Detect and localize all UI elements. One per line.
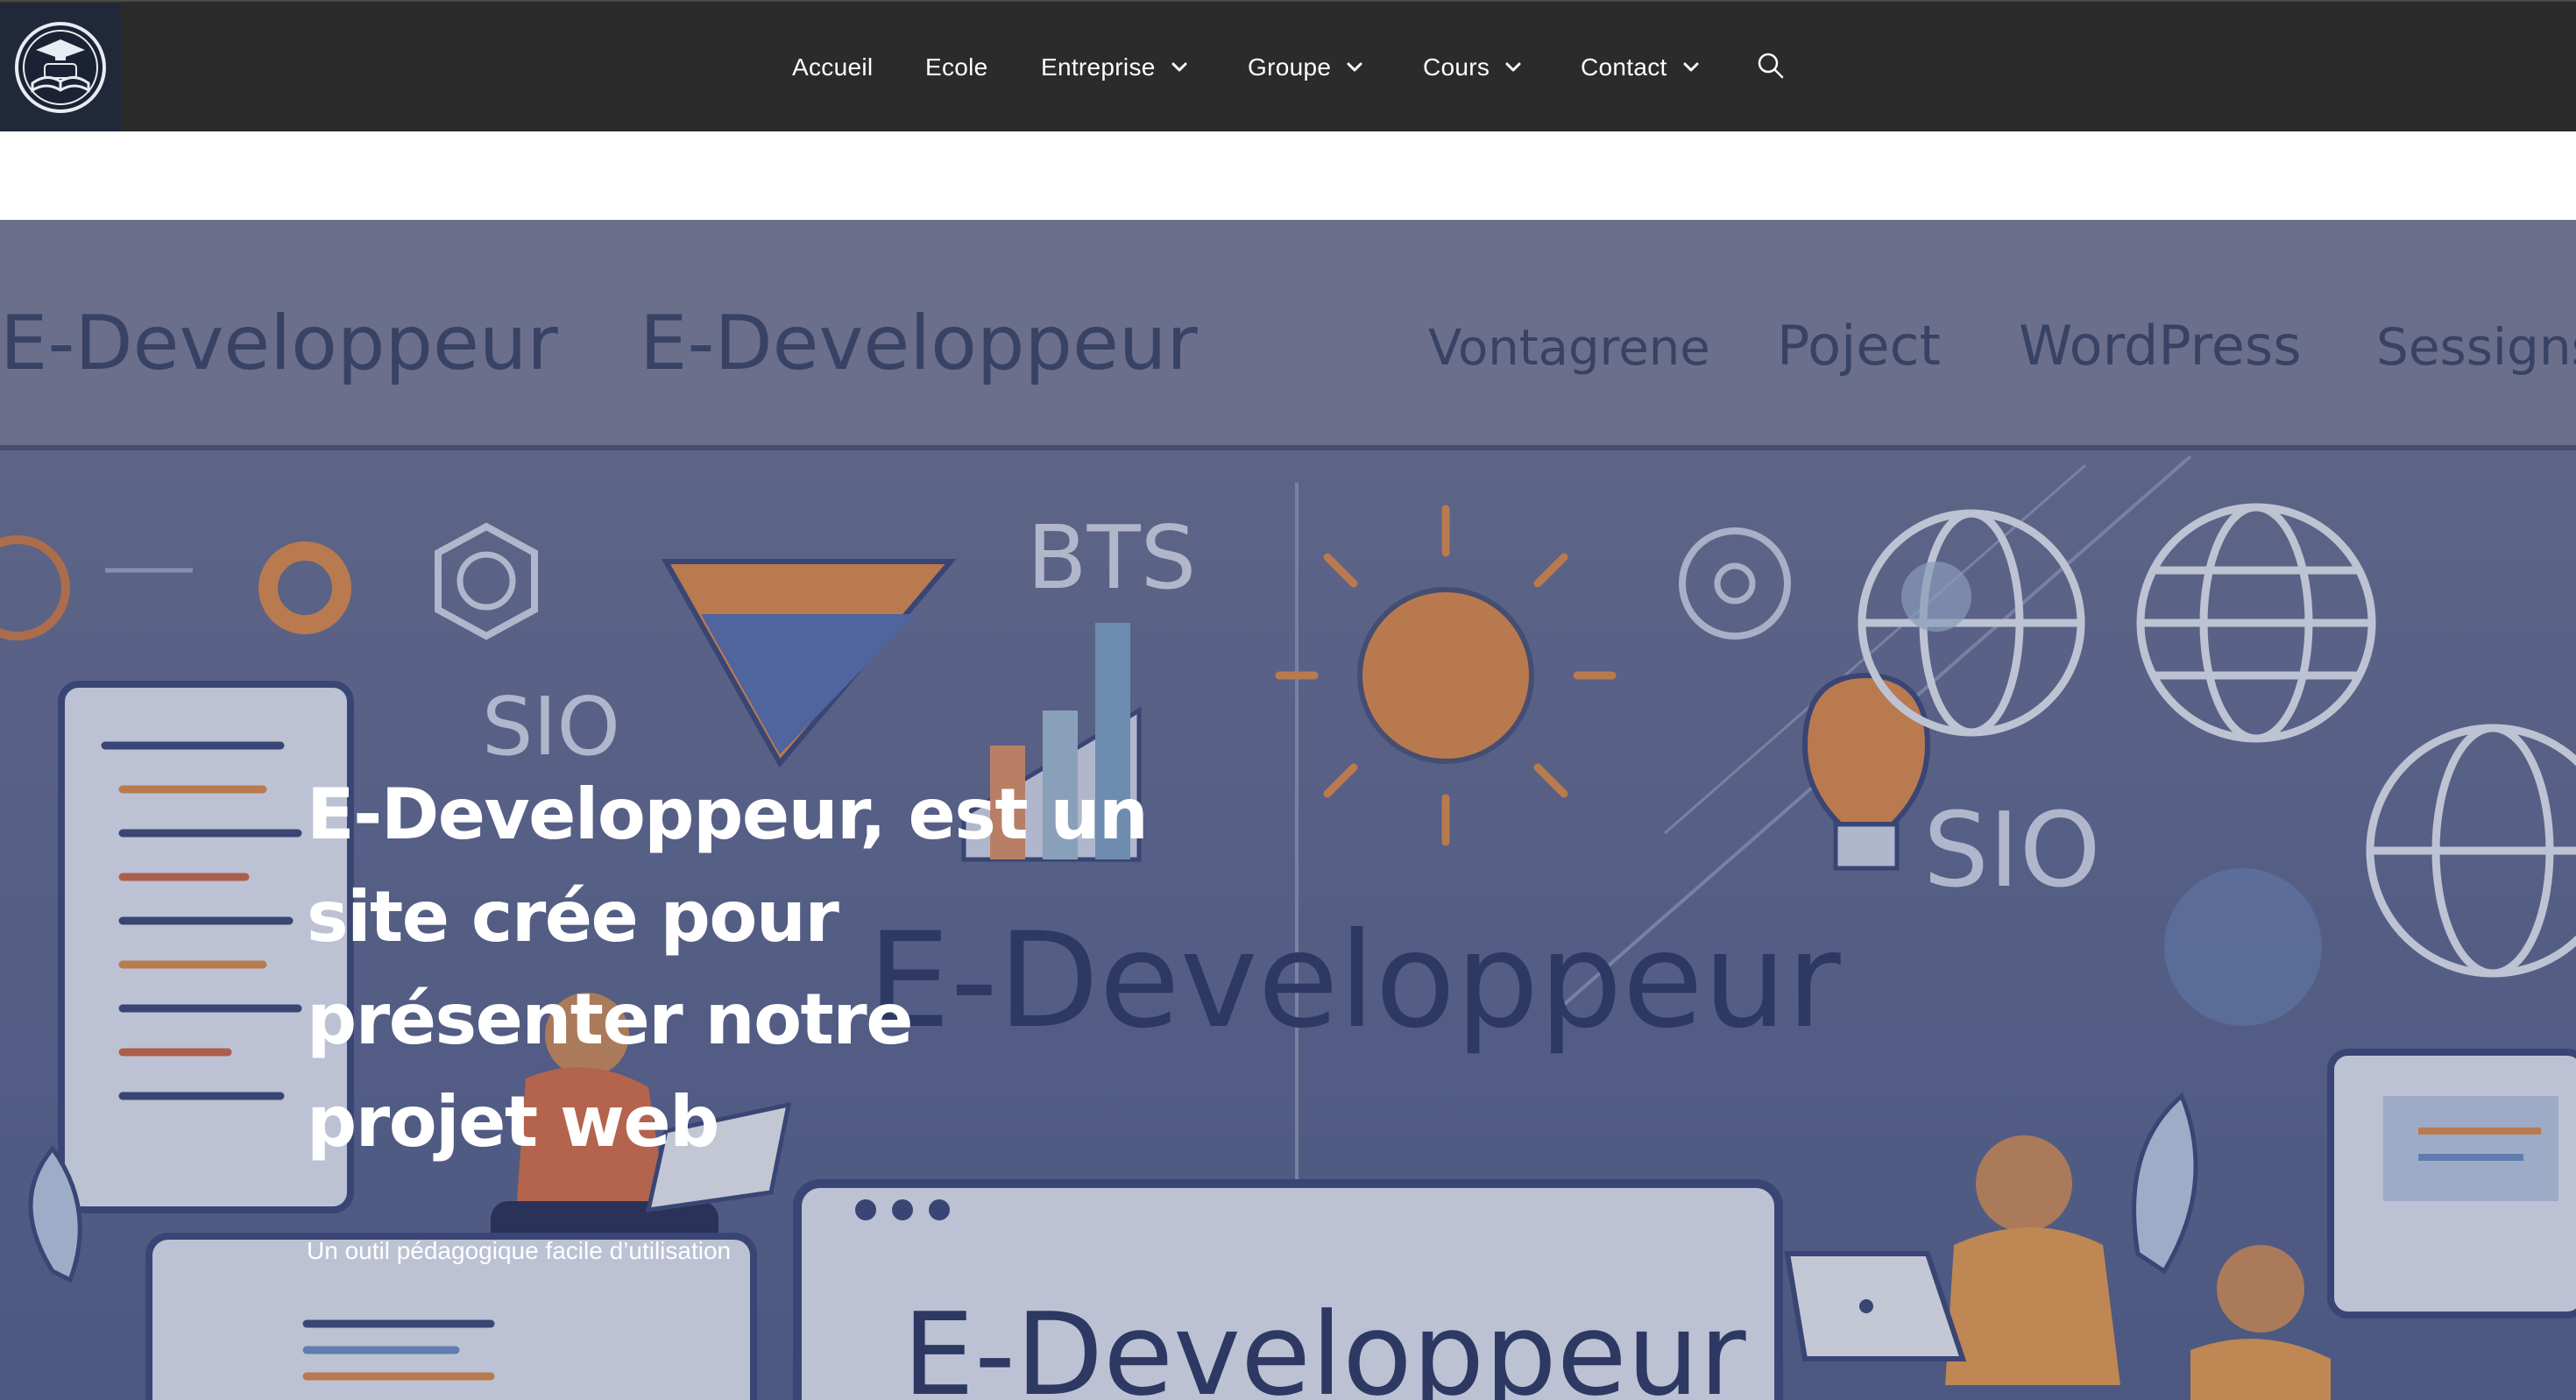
main-menu: Accueil Ecole Entreprise Groupe Cours Co… [0, 2, 2576, 133]
chevron-down-icon [1347, 62, 1362, 72]
nav-item-label: Entreprise [1041, 53, 1156, 81]
search-icon[interactable] [1756, 51, 1786, 81]
nav-item-contact[interactable]: Contact [1581, 2, 1701, 133]
nav-item-label: Groupe [1248, 53, 1332, 81]
nav-item-label: Contact [1581, 53, 1667, 81]
nav-item-entreprise[interactable]: Entreprise [1041, 2, 1189, 133]
nav-item-label: Cours [1423, 53, 1490, 81]
hero-banner: E-Developpeur E-Developpeur Vontagrene P… [0, 220, 2576, 1400]
nav-item-groupe[interactable]: Groupe [1248, 2, 1364, 133]
nav-item-label: Accueil [792, 53, 874, 81]
nav-item-label: Ecole [925, 53, 988, 81]
chevron-down-icon [1683, 62, 1699, 72]
header-spacer [0, 131, 2576, 220]
hero-title: E-Developpeur, est un site crée pour pré… [307, 774, 1149, 1163]
nav-item-ecole[interactable]: Ecole [925, 2, 988, 133]
hero-subtitle: Un outil pédagogique facile d’utilisatio… [307, 1237, 732, 1264]
nav-item-accueil[interactable]: Accueil [792, 2, 873, 133]
nav-item-cours[interactable]: Cours [1423, 2, 1523, 133]
chevron-down-icon [1505, 62, 1521, 72]
chevron-down-icon [1171, 62, 1187, 72]
top-navigation-bar: Accueil Ecole Entreprise Groupe Cours Co… [0, 0, 2576, 131]
